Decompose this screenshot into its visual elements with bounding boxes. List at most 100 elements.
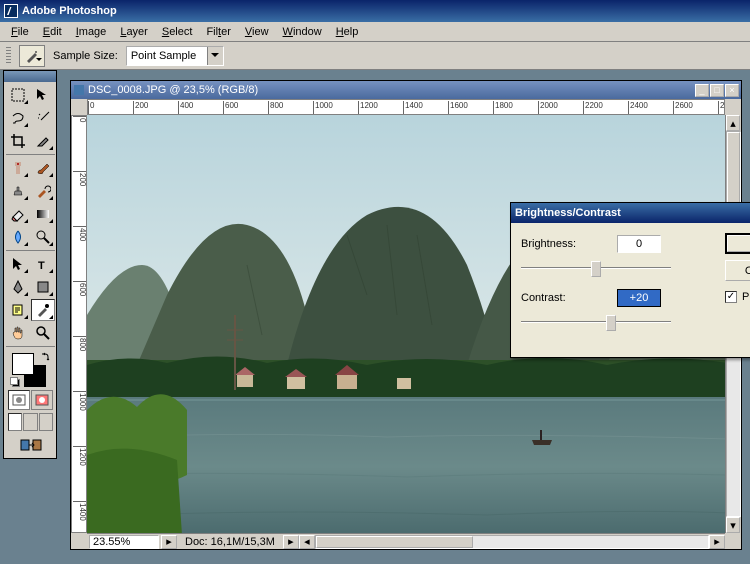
menubar: File Edit Image Layer Select Filter View… <box>0 22 750 42</box>
ruler-tick: 2800 <box>718 101 725 115</box>
tool-preset-picker[interactable] <box>19 45 45 67</box>
pen-tool[interactable] <box>6 276 30 298</box>
menu-image[interactable]: Image <box>69 24 114 40</box>
magic-wand-tool[interactable] <box>31 107 55 129</box>
menu-window[interactable]: Window <box>276 24 329 40</box>
menu-edit[interactable]: Edit <box>36 24 69 40</box>
menu-layer[interactable]: Layer <box>113 24 155 40</box>
eraser-tool[interactable] <box>6 203 30 225</box>
foreground-color[interactable] <box>12 353 34 375</box>
document-titlebar[interactable]: DSC_0008.JPG @ 23,5% (RGB/8) _ □ × <box>71 81 741 99</box>
document-icon <box>73 84 85 96</box>
menu-filter[interactable]: Filter <box>199 24 237 40</box>
ruler-tick: 2600 <box>673 101 693 115</box>
menu-file[interactable]: File <box>4 24 36 40</box>
maximize-button[interactable]: □ <box>710 84 724 97</box>
marquee-tool[interactable] <box>6 84 30 106</box>
brush-tool[interactable] <box>31 157 55 179</box>
options-bar: Sample Size: <box>0 42 750 70</box>
slice-tool[interactable] <box>31 130 55 152</box>
sample-size-select[interactable] <box>126 46 224 66</box>
options-grip[interactable] <box>6 47 11 65</box>
ruler-tick: 1400 <box>403 101 423 115</box>
blur-tool[interactable] <box>6 226 30 248</box>
ruler-tick: 2000 <box>538 101 558 115</box>
notes-tool[interactable] <box>6 299 30 321</box>
scroll-up-button[interactable]: ▴ <box>726 115 740 131</box>
quickmask-mode-button[interactable] <box>31 390 53 410</box>
photoshop-icon <box>4 4 18 18</box>
move-tool[interactable] <box>31 84 55 106</box>
brightness-slider[interactable] <box>521 259 671 277</box>
ruler-tick: 1400 <box>73 501 87 521</box>
ruler-tick: 1600 <box>448 101 468 115</box>
preview-label: Preview <box>742 291 750 303</box>
scroll-down-button[interactable]: ▾ <box>726 517 740 533</box>
contrast-slider-handle[interactable] <box>606 315 616 331</box>
color-swatches[interactable] <box>8 351 53 387</box>
menu-view[interactable]: View <box>238 24 276 40</box>
ruler-tick: 800 <box>268 101 283 115</box>
status-arrow-button[interactable]: ▸ <box>283 535 299 549</box>
ruler-tick: 200 <box>133 101 148 115</box>
eyedropper-tool[interactable] <box>31 299 55 321</box>
sample-size-value[interactable] <box>127 48 207 64</box>
ruler-horizontal[interactable]: 0200400600800100012001400160018002000220… <box>87 99 725 115</box>
checkbox-icon[interactable]: ✓ <box>725 291 737 303</box>
ruler-tick: 0 <box>73 116 87 122</box>
ruler-vertical[interactable]: 0200400600800100012001400 <box>71 115 87 533</box>
document-title: DSC_0008.JPG @ 23,5% (RGB/8) <box>88 84 258 96</box>
zoom-input[interactable] <box>89 535 159 549</box>
history-brush-tool[interactable] <box>31 180 55 202</box>
shape-tool[interactable] <box>31 276 55 298</box>
crop-tool[interactable] <box>6 130 30 152</box>
toolbox: T <box>3 70 57 459</box>
menu-select[interactable]: Select <box>155 24 200 40</box>
clone-stamp-tool[interactable] <box>6 180 30 202</box>
menu-help[interactable]: Help <box>329 24 366 40</box>
default-colors-icon[interactable] <box>10 377 20 387</box>
ruler-tick: 600 <box>223 101 238 115</box>
dialog-titlebar[interactable]: Brightness/Contrast ✕ <box>511 203 750 223</box>
path-select-tool[interactable] <box>6 253 30 275</box>
zoom-tool[interactable] <box>31 322 55 344</box>
standard-mode-button[interactable] <box>8 390 30 410</box>
healing-brush-tool[interactable] <box>6 157 30 179</box>
contrast-label: Contrast: <box>521 292 597 304</box>
ruler-tick: 400 <box>178 101 193 115</box>
hand-tool[interactable] <box>6 322 30 344</box>
toolbox-header[interactable] <box>4 71 56 82</box>
brightness-label: Brightness: <box>521 238 597 250</box>
screen-standard-button[interactable] <box>8 413 22 431</box>
brightness-contrast-dialog: Brightness/Contrast ✕ Brightness: Contra… <box>510 202 750 358</box>
ok-button[interactable]: OK <box>725 233 750 254</box>
close-button[interactable]: × <box>725 84 739 97</box>
ruler-tick: 2200 <box>583 101 603 115</box>
swap-colors-icon[interactable] <box>41 351 51 361</box>
app-title: Adobe Photoshop <box>22 5 117 17</box>
cancel-button[interactable]: Cancel <box>725 260 750 281</box>
contrast-input[interactable] <box>617 289 661 307</box>
gradient-tool[interactable] <box>31 203 55 225</box>
brightness-slider-handle[interactable] <box>591 261 601 277</box>
minimize-button[interactable]: _ <box>695 84 709 97</box>
status-menu-button[interactable]: ▸ <box>161 535 177 549</box>
ruler-tick: 400 <box>73 226 87 241</box>
screen-fullmenu-button[interactable] <box>23 413 37 431</box>
screen-full-button[interactable] <box>39 413 53 431</box>
hscroll-thumb[interactable] <box>316 536 473 548</box>
scroll-left-button[interactable]: ◂ <box>299 535 315 549</box>
lasso-tool[interactable] <box>6 107 30 129</box>
svg-text:T: T <box>38 260 45 272</box>
type-tool[interactable]: T <box>31 253 55 275</box>
contrast-slider[interactable] <box>521 313 671 331</box>
ruler-tick: 200 <box>73 171 87 186</box>
jump-to-imageready-button[interactable] <box>6 434 55 456</box>
ruler-tick: 800 <box>73 336 87 351</box>
preview-checkbox[interactable]: ✓ Preview <box>725 291 750 303</box>
sample-size-label: Sample Size: <box>53 50 118 62</box>
chevron-down-icon[interactable] <box>207 47 223 65</box>
brightness-input[interactable] <box>617 235 661 253</box>
dodge-tool[interactable] <box>31 226 55 248</box>
scroll-right-button[interactable]: ▸ <box>709 535 725 549</box>
